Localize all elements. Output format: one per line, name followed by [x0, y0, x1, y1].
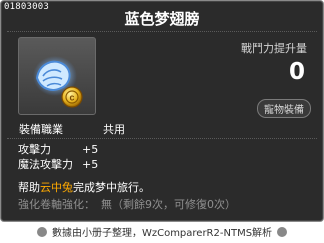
- svg-text:c: c: [69, 93, 74, 103]
- item-description: 帮助云中兔完成梦中旅行。: [18, 179, 150, 195]
- stat-name: 攻擊力: [18, 143, 51, 156]
- item-name: 蓝色梦翅膀: [124, 10, 200, 28]
- item-tooltip: 01803003 蓝色梦翅膀 c 戰鬥力提升量 0 寵物裝備 裝備職業 共用 攻…: [0, 0, 324, 222]
- description-highlight: 云中兔: [40, 181, 73, 194]
- divider: [7, 138, 317, 139]
- description-prefix: 帮助: [18, 181, 40, 194]
- enhance-detail: （剩餘9次，可修復0次）: [112, 198, 236, 211]
- power-increase-value: 0: [288, 59, 305, 85]
- enhance-label: 強化卷軸強化：: [18, 198, 95, 211]
- power-increase-label: 戰鬥力提升量: [241, 42, 307, 55]
- description-suffix: 完成梦中旅行。: [73, 181, 150, 194]
- item-icon-frame: c: [18, 37, 96, 115]
- blue-dream-wings-icon: c: [33, 56, 83, 108]
- copyright-icon: [36, 227, 47, 237]
- enhance-value: 無: [101, 198, 112, 211]
- job-requirement: 裝備職業 共用: [19, 121, 125, 137]
- job-value: 共用: [103, 123, 125, 136]
- scroll-enhancement: 強化卷軸強化： 無（剩餘9次，可修復0次）: [18, 196, 236, 212]
- heart-icon: [277, 227, 288, 237]
- stat-list: 攻擊力 +5 魔法攻擊力 +5: [18, 142, 98, 172]
- stat-value: +5: [82, 143, 99, 156]
- footer-credit: 數據由小册子整理，WzComparerR2-NTMS解析: [0, 224, 324, 239]
- stat-row-magic-attack: 魔法攻擊力 +5: [18, 157, 98, 172]
- stat-value: +5: [82, 158, 99, 171]
- stat-name: 魔法攻擊力: [18, 158, 73, 171]
- job-label: 裝備職業: [19, 123, 63, 136]
- pet-equip-badge: 寵物裝備: [257, 99, 311, 118]
- footer-text: 數據由小册子整理，WzComparerR2-NTMS解析: [51, 228, 273, 239]
- divider: [7, 31, 317, 32]
- stat-row-attack: 攻擊力 +5: [18, 142, 98, 157]
